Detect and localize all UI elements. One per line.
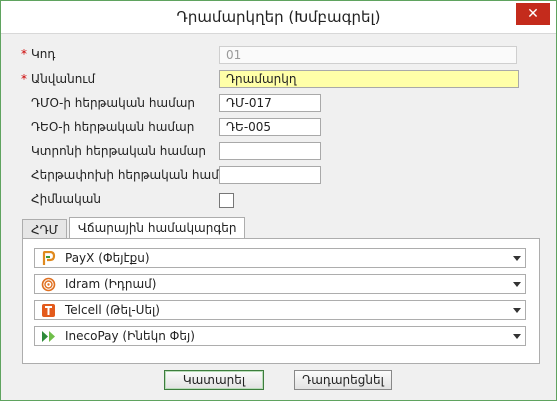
deo-number-field[interactable]: ԴԵ-005 — [219, 118, 321, 136]
payment-system-select[interactable]: Telcell (Թել-Սել) — [34, 300, 526, 320]
payment-system-select[interactable]: PayX (Փեյէքս) — [34, 248, 526, 268]
ok-button[interactable]: Կատարել — [164, 370, 264, 390]
payment-system-select[interactable]: Idram (Իդրամ) — [34, 274, 526, 294]
payment-system-select[interactable]: InecoPay (Ինեկո Փեյ) — [34, 326, 526, 346]
cancel-button[interactable]: Դադարեցնել — [294, 370, 392, 390]
idram-icon — [41, 277, 56, 292]
primary-label: Հիմնական — [31, 192, 101, 206]
payment-system-label: Telcell (Թել-Սել) — [65, 303, 160, 317]
telcell-icon — [42, 304, 55, 317]
payment-system-label: InecoPay (Ինեկո Փեյ) — [65, 329, 195, 343]
shift-number-label: Հերթափոխի հերթական համար — [31, 168, 239, 182]
edit-cashbox-dialog: Դրամարկղեր (Խմբագրել) ✕ * Կոդ 01 * Անվան… — [0, 0, 557, 401]
tab-hdm[interactable]: ՀԴՄ — [22, 219, 68, 240]
code-label: Կոդ — [31, 47, 56, 61]
required-marker: * — [21, 47, 27, 61]
dmo-number-label: ԴՄՕ-ի հերթական համար — [31, 96, 196, 110]
primary-checkbox[interactable] — [219, 193, 234, 208]
title-bar: Դրամարկղեր (Խմբագրել) ✕ — [1, 1, 556, 34]
dmo-number-field[interactable]: ԴՄ-017 — [219, 94, 321, 112]
required-marker: * — [21, 72, 27, 86]
check-number-label: Կտրոնի հերթական համար — [31, 144, 206, 158]
deo-number-label: ԴԵՕ-ի հերթական համար — [31, 120, 195, 134]
tab-payment-systems[interactable]: Վճարային համակարգեր — [69, 217, 246, 240]
payment-systems-panel: PayX (Փեյէքս) Idram (Իդրամ) Telcell (Թել… — [22, 238, 540, 364]
inecopay-icon — [42, 331, 55, 342]
payment-system-label: Idram (Իդրամ) — [65, 277, 157, 291]
chevron-down-icon — [513, 308, 521, 313]
name-field[interactable]: Դրամարկղ — [219, 70, 519, 88]
code-field[interactable]: 01 — [219, 46, 517, 64]
window-title: Դրամարկղեր (Խմբագրել) — [176, 8, 381, 26]
close-button[interactable]: ✕ — [516, 3, 550, 25]
close-icon: ✕ — [527, 6, 539, 22]
name-label: Անվանում — [31, 72, 96, 86]
chevron-down-icon — [513, 282, 521, 287]
chevron-down-icon — [513, 256, 521, 261]
payx-icon — [42, 251, 56, 265]
shift-number-field[interactable] — [219, 166, 321, 184]
payment-system-label: PayX (Փեյէքս) — [65, 251, 150, 265]
check-number-field[interactable] — [219, 142, 321, 160]
chevron-down-icon — [513, 334, 521, 339]
